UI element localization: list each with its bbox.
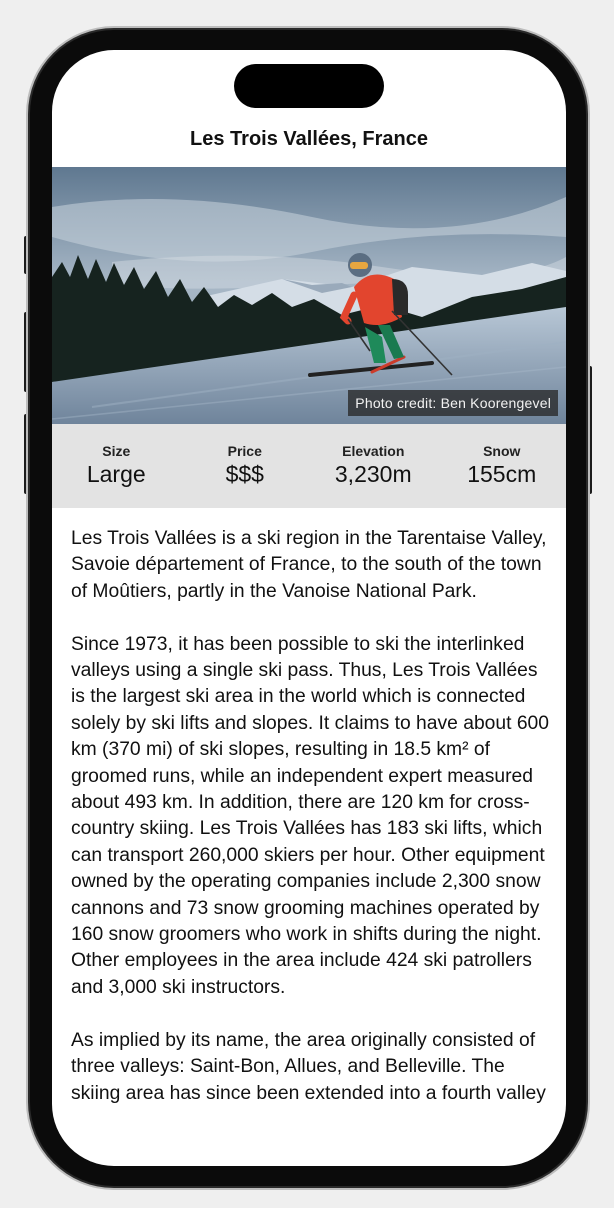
stat-label: Elevation	[342, 443, 405, 459]
stat-label: Size	[102, 443, 131, 459]
stat-elevation: Elevation 3,230m	[309, 424, 438, 508]
resort-description: Les Trois Vallées is a ski region in the…	[71, 526, 549, 1133]
dynamic-island	[234, 64, 384, 108]
stat-label: Snow	[483, 443, 521, 459]
skier-photo-image	[52, 167, 566, 424]
stat-price: Price $$$	[181, 424, 310, 508]
device-mockup: Les Trois Vallées, France Photo credit: …	[0, 0, 614, 1208]
stat-value: 3,230m	[334, 461, 412, 487]
resort-stats: Size Large Price $$$ Elevation 3,230m Sn…	[52, 424, 566, 508]
description-paragraph: Since 1973, it has been possible to ski …	[71, 633, 549, 998]
resort-photo: Photo credit: Ben Koorengevel	[52, 167, 566, 424]
stat-size: Size Large	[52, 424, 181, 508]
stat-snow: Snow 155cm	[438, 424, 567, 508]
stat-value: $$$	[225, 461, 264, 487]
photo-credit: Photo credit: Ben Koorengevel	[348, 390, 558, 416]
description-paragraph: As implied by its name, the area origina…	[71, 1029, 546, 1104]
page-title: Les Trois Vallées, France	[190, 128, 428, 150]
stat-label: Price	[227, 443, 262, 459]
stat-value: Large	[86, 461, 146, 487]
description-paragraph: Les Trois Vallées is a ski region in the…	[71, 528, 547, 602]
power-button	[586, 366, 592, 494]
stat-value: 155cm	[467, 461, 537, 487]
screen[interactable]: Les Trois Vallées, France Photo credit: …	[52, 50, 566, 1166]
